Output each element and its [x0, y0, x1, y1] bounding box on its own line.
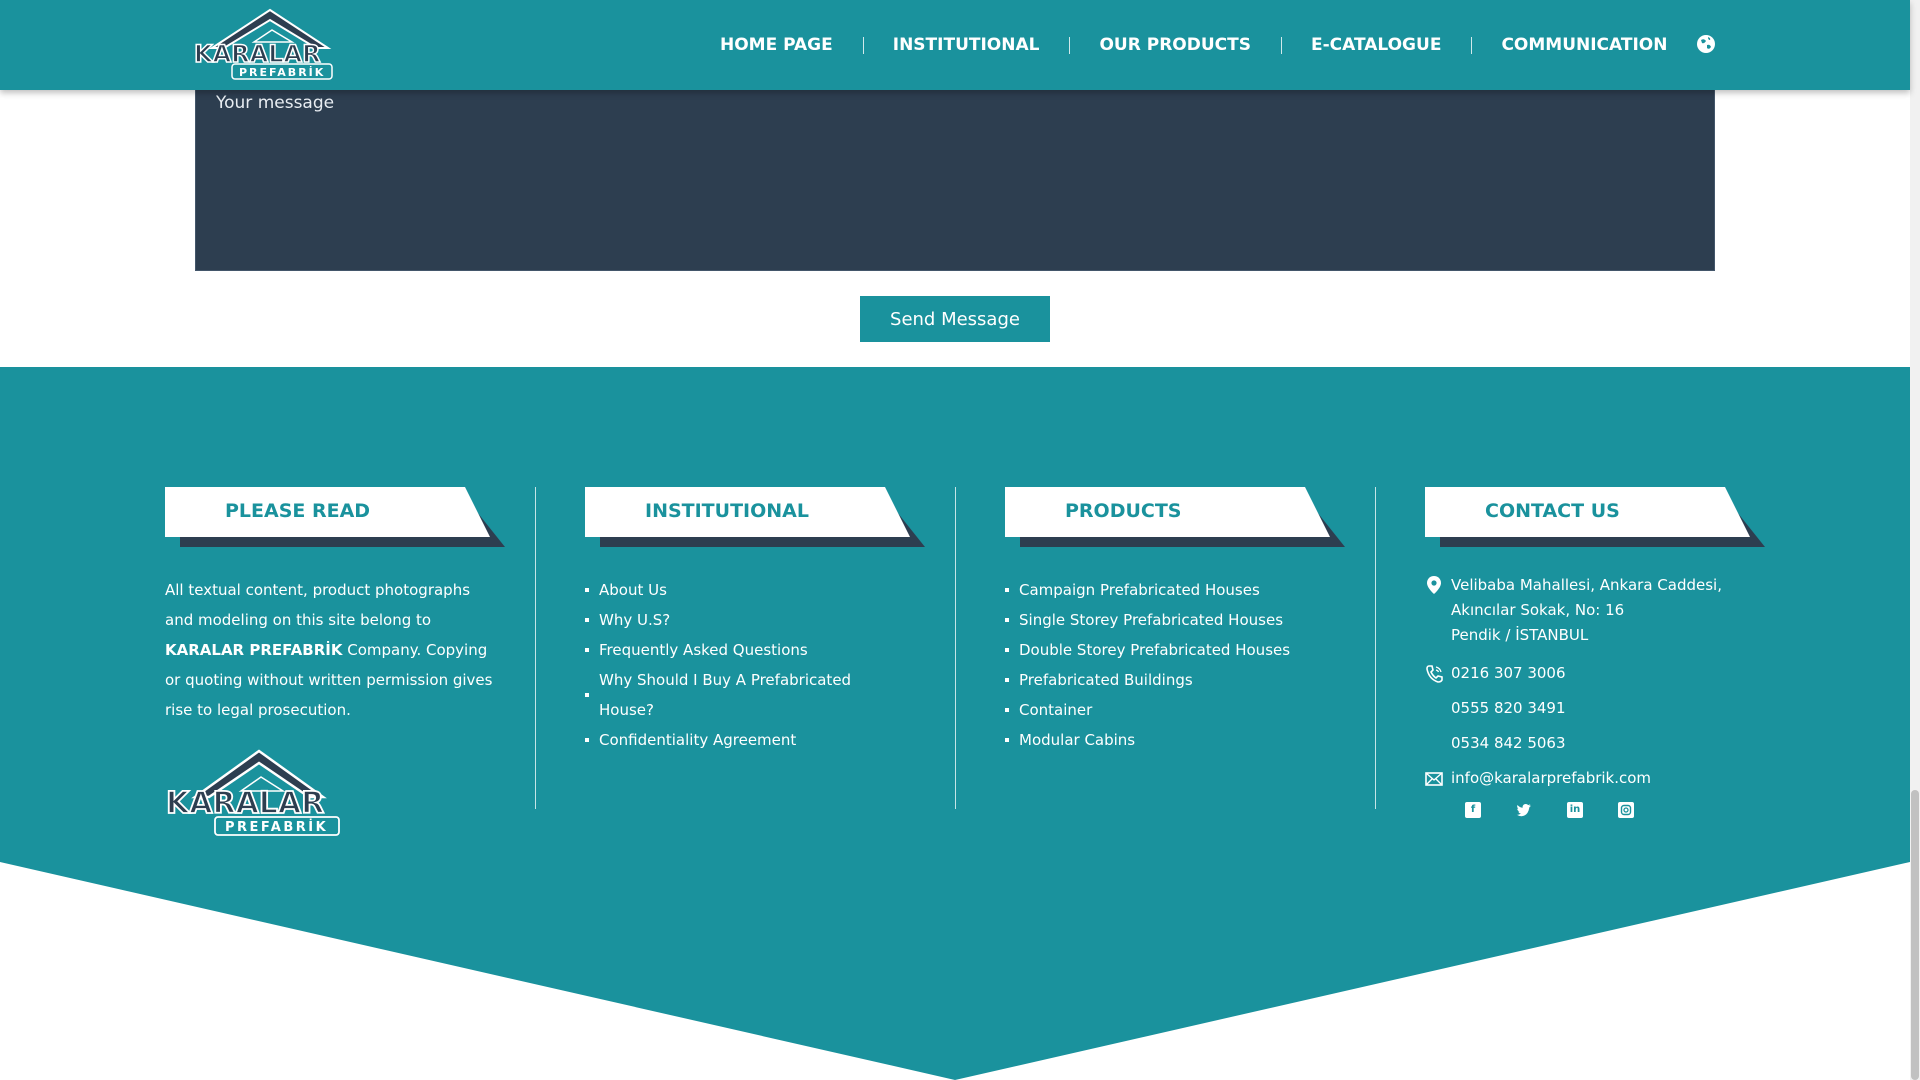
scrollbar-thumb[interactable] [1911, 790, 1919, 1080]
footer-divider-2 [955, 487, 956, 809]
send-message-button[interactable]: Send Message [860, 296, 1050, 342]
nav-home-page[interactable]: HOME PAGE [690, 35, 863, 55]
social-links: f in [1465, 802, 1765, 818]
message-textarea[interactable] [195, 80, 1715, 271]
phone-icon [1426, 665, 1443, 683]
phone-1[interactable]: 0216 307 3006 [1451, 656, 1765, 691]
address-line-2: Akıncılar Sokak, No: 16 [1451, 601, 1625, 619]
copyright-notice: All textual content, product photographs… [165, 575, 495, 725]
contact-heading: CONTACT US [1425, 487, 1765, 547]
link-why-us[interactable]: Why U.S? [585, 605, 885, 635]
footer-col-please-read: PLEASE READ All textual content, product… [165, 487, 505, 837]
phone-2[interactable]: 0555 820 3491 [1451, 691, 1765, 726]
footer-logo[interactable]: KARALAR PREFABRİK [165, 749, 341, 837]
link-double-storey[interactable]: Double Storey Prefabricated Houses [1005, 635, 1355, 665]
institutional-heading: INSTITUTIONAL [585, 487, 925, 547]
please-read-title: PLEASE READ [225, 500, 371, 522]
link-modular-cabins[interactable]: Modular Cabins [1005, 725, 1355, 755]
footer-col-contact: CONTACT US Velibaba Mahallesi, Ankara Ca… [1425, 487, 1765, 818]
address-line-3: Pendik / İSTANBUL [1451, 626, 1589, 644]
svg-text:KARALAR: KARALAR [166, 786, 324, 821]
facebook-icon[interactable]: f [1465, 802, 1481, 818]
link-container[interactable]: Container [1005, 695, 1355, 725]
svg-text:PREFABRİK: PREFABRİK [225, 819, 328, 835]
svg-text:PREFABRİK: PREFABRİK [239, 65, 325, 79]
twitter-icon[interactable] [1516, 802, 1532, 818]
products-links: Campaign Prefabricated Houses Single Sto… [1005, 575, 1355, 755]
footer-col-products: PRODUCTS Campaign Prefabricated Houses S… [1005, 487, 1355, 755]
footer-col-institutional: INSTITUTIONAL About Us Why U.S? Frequent… [585, 487, 925, 755]
site-header: KARALAR PREFABRİK HOME PAGE INSTITUTIONA… [0, 0, 1910, 90]
instagram-icon[interactable] [1618, 802, 1634, 818]
link-why-buy-prefabricated[interactable]: Why Should I Buy A Prefabricated House? [585, 665, 885, 725]
phone-3[interactable]: 0534 842 5063 [1451, 726, 1765, 761]
link-single-storey[interactable]: Single Storey Prefabricated Houses [1005, 605, 1355, 635]
footer-divider-1 [535, 487, 536, 809]
contact-email-row: info@karalarprefabrik.com [1425, 761, 1765, 796]
link-confidentiality-agreement[interactable]: Confidentiality Agreement [585, 725, 885, 755]
link-campaign-houses[interactable]: Campaign Prefabricated Houses [1005, 575, 1355, 605]
contact-title: CONTACT US [1485, 500, 1620, 522]
products-heading: PRODUCTS [1005, 487, 1345, 547]
header-logo[interactable]: KARALAR PREFABRİK [192, 8, 340, 80]
email-link[interactable]: info@karalarprefabrik.com [1451, 761, 1765, 796]
main-nav: HOME PAGE INSTITUTIONAL OUR PRODUCTS E-C… [690, 0, 1697, 90]
link-about-us[interactable]: About Us [585, 575, 885, 605]
site-footer: PLEASE READ All textual content, product… [0, 367, 1910, 1080]
notice-text-1: All textual content, product photographs… [165, 581, 471, 629]
linkedin-icon[interactable]: in [1567, 802, 1583, 818]
link-faq[interactable]: Frequently Asked Questions [585, 635, 885, 665]
address-line-1: Velibaba Mahallesi, Ankara Caddesi, [1451, 576, 1722, 594]
nav-e-catalogue[interactable]: E-CATALOGUE [1280, 35, 1471, 55]
envelope-icon [1425, 772, 1443, 786]
footer-divider-3 [1375, 487, 1376, 809]
location-pin-icon [1427, 576, 1441, 594]
nav-institutional[interactable]: INSTITUTIONAL [862, 35, 1070, 55]
products-title: PRODUCTS [1065, 500, 1182, 522]
contact-address: Velibaba Mahallesi, Ankara Caddesi, Akın… [1425, 573, 1765, 648]
nav-our-products[interactable]: OUR PRODUCTS [1069, 35, 1281, 55]
notice-brand: KARALAR PREFABRİK [165, 641, 343, 659]
institutional-title: INSTITUTIONAL [645, 500, 809, 522]
institutional-links: About Us Why U.S? Frequently Asked Quest… [585, 575, 925, 755]
contact-phones: 0216 307 3006 0555 820 3491 0534 842 506… [1425, 656, 1765, 761]
please-read-heading: PLEASE READ [165, 487, 505, 547]
nav-communication[interactable]: COMMUNICATION [1471, 35, 1697, 55]
globe-icon[interactable] [1695, 33, 1717, 55]
link-prefabricated-buildings[interactable]: Prefabricated Buildings [1005, 665, 1355, 695]
contact-info: Velibaba Mahallesi, Ankara Caddesi, Akın… [1425, 573, 1765, 818]
